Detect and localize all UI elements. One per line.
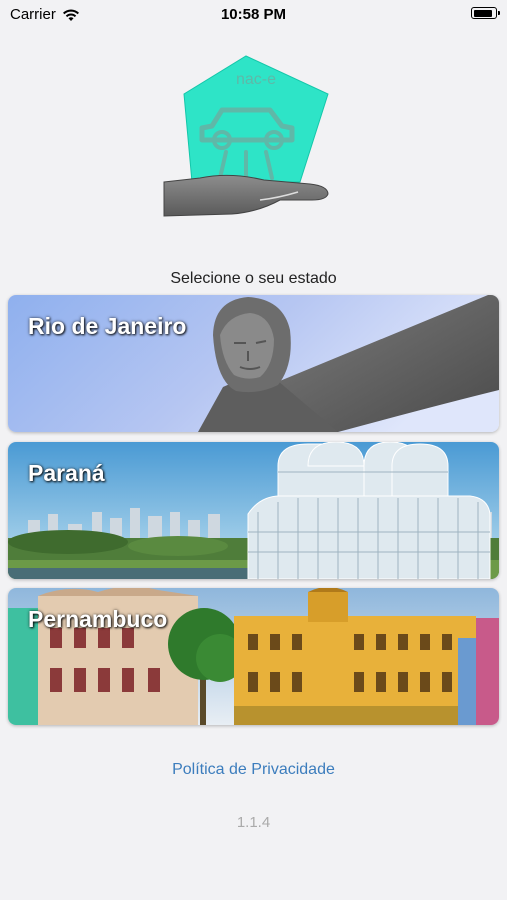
state-label: Pernambuco [28, 606, 168, 632]
state-card-parana[interactable]: Paraná [8, 442, 499, 579]
state-label: Paraná [28, 460, 105, 486]
battery-level [473, 9, 492, 17]
privacy-policy-link[interactable]: Política de Privacidade [0, 761, 507, 779]
logo-text: nac-e [236, 71, 276, 88]
state-card-rio-de-janeiro[interactable]: Rio de Janeiro [8, 295, 499, 432]
hand-holding-car-logo: nac-e [163, 55, 329, 217]
select-state-prompt: Selecione o seu estado [170, 270, 337, 287]
status-bar: Carrier 10:58 PM [0, 0, 507, 30]
app-version: 1.1.4 [236, 814, 271, 831]
state-card-pernambuco[interactable]: Pernambuco [8, 588, 499, 725]
state-label: Rio de Janeiro [28, 313, 187, 339]
battery-icon [471, 7, 500, 19]
clock: 10:58 PM [220, 6, 287, 23]
